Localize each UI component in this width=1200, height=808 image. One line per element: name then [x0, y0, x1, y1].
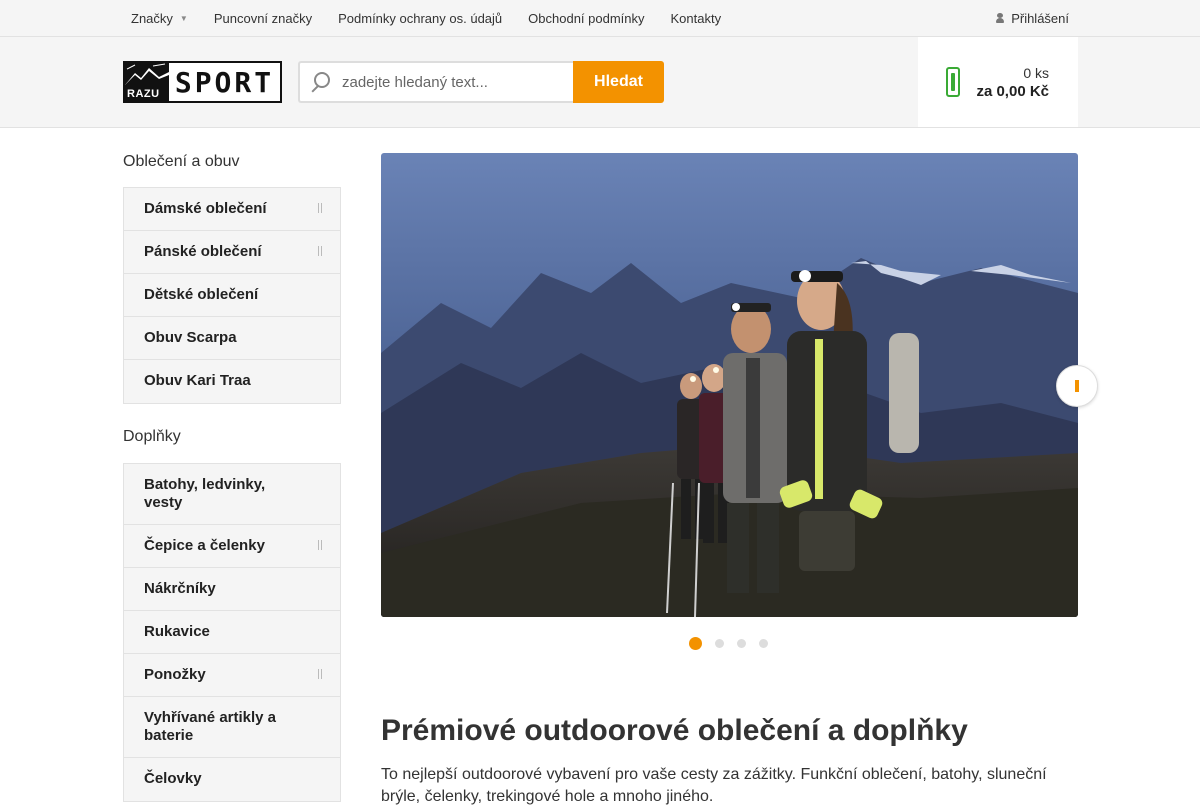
shopping-bag-icon [946, 67, 960, 97]
chevron-down-icon: ▼ [179, 13, 188, 23]
category-label: Obuv Scarpa [144, 329, 237, 346]
category-list: Batohy, ledvinky, vesty Čepice a čelenky… [123, 463, 341, 802]
category-item-obuv-kari-traa[interactable]: Obuv Kari Traa [124, 360, 340, 403]
category-label: Dámské oblečení [144, 200, 267, 217]
chevron-right-icon [1075, 380, 1079, 392]
hero-banner-image[interactable] [381, 153, 1078, 617]
cart-summary: 0 ks za 0,00 Kč [972, 65, 1049, 100]
category-item-obuv-scarpa[interactable]: Obuv Scarpa [124, 317, 340, 360]
category-item-batohy[interactable]: Batohy, ledvinky, vesty [124, 464, 340, 525]
search-form: Hledat [298, 61, 664, 103]
category-label: Dětské oblečení [144, 286, 259, 303]
search-button[interactable]: Hledat [573, 61, 664, 103]
category-sidebar: Oblečení a obuv Dámské oblečení Pánské o… [123, 128, 341, 802]
nav-item-label: Značky [131, 10, 173, 26]
cart-widget[interactable]: 0 ks za 0,00 Kč [918, 37, 1078, 127]
category-item-celovky[interactable]: Čelovky [124, 758, 340, 801]
top-navigation: Značky ▼ Puncovní značky Podmínky ochran… [131, 0, 747, 36]
site-header: RAZU SPORT Hledat 0 ks za 0,00 Kč [0, 37, 1200, 128]
logo-text: SPORT [174, 65, 275, 99]
slider-dot-3[interactable] [737, 639, 746, 648]
category-list: Dámské oblečení Pánské oblečení Dětské o… [123, 187, 341, 404]
hikers-at-dusk-photo [381, 153, 1078, 617]
cart-total: za 0,00 Kč [976, 82, 1049, 100]
nav-item-puncovni-znacky[interactable]: Puncovní značky [214, 11, 312, 26]
category-label: Batohy, ledvinky, vesty [144, 476, 266, 511]
category-item-damske-obleceni[interactable]: Dámské oblečení [124, 188, 340, 231]
category-section-title: Oblečení a obuv [123, 153, 240, 170]
logo-small-text: RAZU [127, 88, 160, 100]
category-item-cepice-celenky[interactable]: Čepice a čelenky [124, 525, 340, 568]
chevron-right-icon [318, 669, 322, 679]
site-logo[interactable]: RAZU SPORT [123, 61, 282, 103]
logo-mountain-mark: RAZU [125, 63, 169, 101]
slider-pagination [689, 637, 781, 650]
login-link[interactable]: Přihlášení [996, 0, 1069, 36]
nav-item-znacky[interactable]: Značky ▼ [131, 11, 188, 26]
category-label: Čelovky [144, 770, 202, 787]
page-heading: Prémiové outdoorové oblečení a doplňky [381, 714, 968, 747]
search-icon [310, 72, 330, 92]
category-item-rukavice[interactable]: Rukavice [124, 611, 340, 654]
category-label: Čepice a čelenky [144, 537, 265, 554]
category-item-panske-obleceni[interactable]: Pánské oblečení [124, 231, 340, 274]
user-icon [996, 13, 1005, 23]
search-field[interactable] [298, 61, 573, 103]
cart-quantity: 0 ks [1023, 64, 1049, 81]
category-item-ponozky[interactable]: Ponožky [124, 654, 340, 697]
slider-dot-4[interactable] [759, 639, 768, 648]
nav-item-kontakty[interactable]: Kontakty [671, 11, 722, 26]
chevron-right-icon [318, 203, 322, 213]
slider-dot-2[interactable] [715, 639, 724, 648]
chevron-right-icon [318, 246, 322, 256]
category-label: Nákrčníky [144, 580, 216, 597]
login-label: Přihlášení [1011, 10, 1069, 26]
category-item-nakrcniky[interactable]: Nákrčníky [124, 568, 340, 611]
category-section-title: Doplňky [123, 428, 181, 445]
nav-item-obchodni-podminky[interactable]: Obchodní podmínky [528, 11, 644, 26]
slider-next-button[interactable] [1056, 365, 1098, 407]
category-label: Vyhřívané artikly a baterie [144, 709, 277, 744]
category-item-detske-obleceni[interactable]: Dětské oblečení [124, 274, 340, 317]
top-bar: Značky ▼ Puncovní značky Podmínky ochran… [0, 0, 1200, 37]
page-intro-text: To nejlepší outdoorové vybavení pro vaše… [381, 766, 1047, 805]
search-input[interactable] [342, 73, 562, 91]
nav-item-ochrana-udaju[interactable]: Podmínky ochrany os. údajů [338, 11, 502, 26]
category-label: Ponožky [144, 666, 206, 683]
category-item-vyhrivane-artikly[interactable]: Vyhřívané artikly a baterie [124, 697, 340, 758]
category-label: Pánské oblečení [144, 243, 262, 260]
slider-dot-1[interactable] [689, 637, 702, 650]
chevron-right-icon [318, 540, 322, 550]
category-label: Obuv Kari Traa [144, 372, 251, 389]
category-label: Rukavice [144, 623, 210, 640]
